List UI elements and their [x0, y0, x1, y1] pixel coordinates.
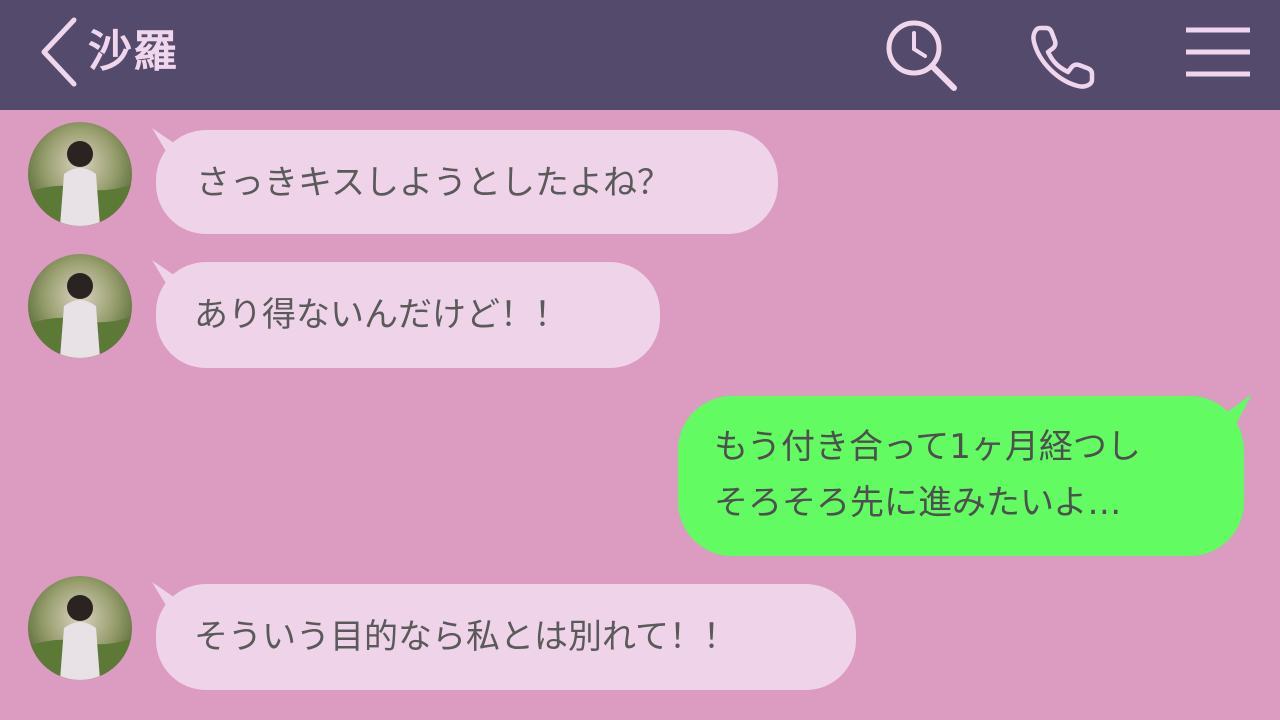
message-text-line-1: もう付き合って1ヶ月経つし: [714, 427, 1141, 467]
chat-header: 沙羅: [0, 0, 1280, 110]
avatar[interactable]: [28, 122, 132, 226]
message-text-line-2: そろそろ先に進みたいよ…: [714, 483, 1122, 523]
message-bubble[interactable]: あり得ないんだけど！！: [156, 262, 660, 368]
message-bubble[interactable]: もう付き合って1ヶ月経つし そろそろ先に進みたいよ…: [678, 396, 1244, 556]
message-text: そういう目的なら私とは別れて！！: [194, 617, 737, 657]
avatar[interactable]: [28, 254, 132, 358]
message-text: あり得ないんだけど！！: [194, 295, 568, 335]
search-clock-icon[interactable]: [882, 18, 958, 94]
hamburger-menu-icon[interactable]: [1180, 18, 1256, 94]
avatar[interactable]: [28, 576, 132, 680]
chevron-left-icon[interactable]: [36, 14, 82, 90]
phone-icon[interactable]: [1026, 18, 1102, 94]
message-bubble[interactable]: そういう目的なら私とは別れて！！: [156, 584, 856, 690]
message-text: さっきキスしようとしたよね？: [196, 163, 671, 203]
contact-name: 沙羅: [88, 26, 178, 77]
message-bubble[interactable]: さっきキスしようとしたよね？: [156, 130, 778, 234]
